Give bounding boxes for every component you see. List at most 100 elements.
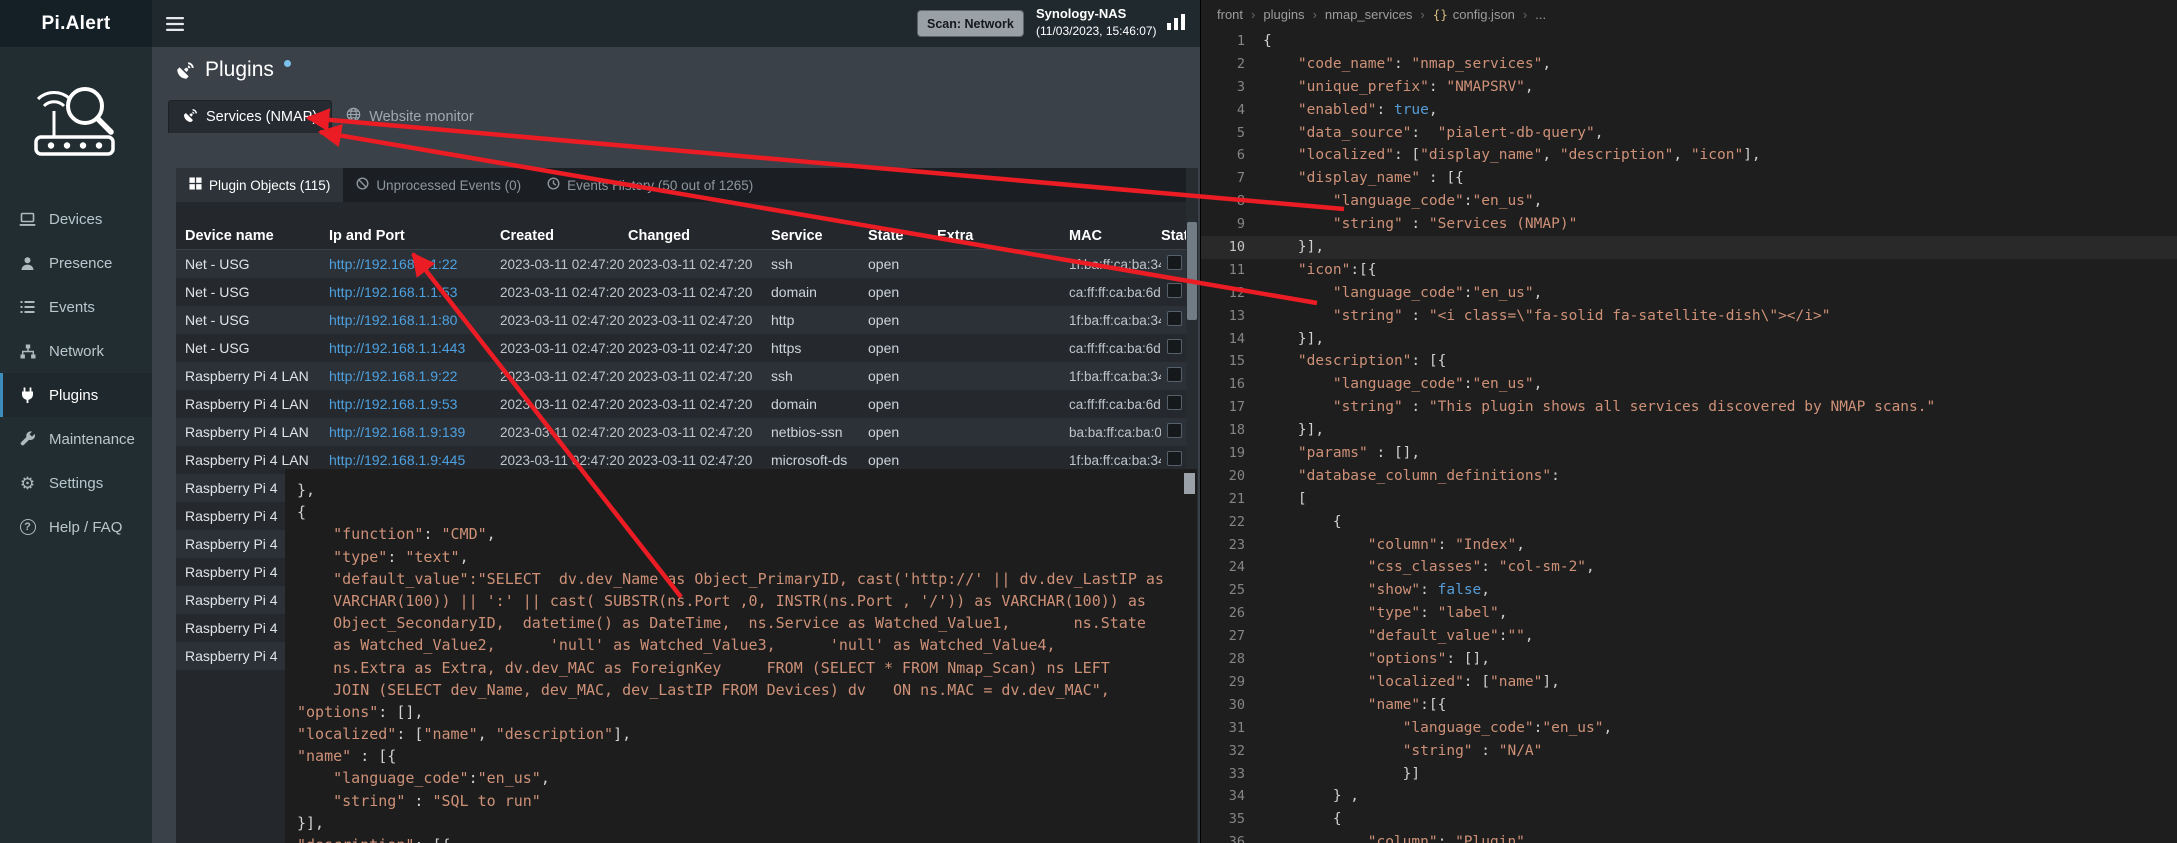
overlay-code-line: "description": [{ — [297, 834, 1197, 843]
question-icon: ? — [18, 519, 37, 535]
service-cell: https — [771, 340, 868, 356]
overlay-code-line: "string" : "SQL to run" — [297, 790, 1197, 812]
line-number: 25 — [1201, 579, 1263, 602]
created-cell: 2023-03-11 02:47:20 — [500, 397, 628, 412]
chevron-right-icon: › — [1313, 7, 1317, 22]
overlay-code-text: }], — [297, 814, 324, 832]
chevron-right-icon: › — [1523, 7, 1527, 22]
column-header-changed: Changed — [628, 228, 771, 244]
overlay-code-text: as Watched_Value2, 'null' as Watched_Val… — [297, 636, 1056, 654]
ip-port-link[interactable]: http://192.168.1.1:443 — [329, 340, 465, 356]
sidebar-item-plugins[interactable]: Plugins — [0, 373, 152, 417]
editor-line: 6 "localized": ["display_name", "descrip… — [1201, 144, 2177, 167]
row-checkbox[interactable] — [1167, 367, 1182, 382]
editor-line: 21 [ — [1201, 488, 2177, 511]
editor-line: 18 }], — [1201, 419, 2177, 442]
overlay-code-text: JOIN (SELECT dev_Name, dev_MAC, dev_Last… — [297, 681, 1110, 699]
line-number: 12 — [1201, 282, 1263, 305]
sidebar-item-network[interactable]: Network — [0, 329, 152, 373]
column-header-state: State — [868, 228, 937, 244]
sidebar-item-events[interactable]: Events — [0, 285, 152, 329]
overlay-code-text: Object_SecondaryID, datetime() as DateTi… — [297, 614, 1146, 632]
code-text: { — [1263, 808, 1342, 831]
line-number: 5 — [1201, 122, 1263, 145]
sidebar-item-devices[interactable]: Devices — [0, 197, 152, 241]
code-text: "column": "Plugin", — [1263, 831, 1534, 843]
subtab-events-history[interactable]: Events History (50 out of 1265) — [534, 168, 766, 202]
ip-port-link[interactable]: http://192.168.1.1:22 — [329, 256, 457, 272]
subtab-plugin-objects[interactable]: Plugin Objects (115) — [176, 168, 343, 202]
page-title-text: Plugins — [205, 58, 274, 82]
line-number: 28 — [1201, 648, 1263, 671]
code-text: } , — [1263, 785, 1359, 808]
code-text: "show": false, — [1263, 579, 1490, 602]
row-checkbox[interactable] — [1167, 451, 1182, 466]
device-name-cell: Raspberry Pi 4 LAN — [185, 452, 329, 468]
editor-line: 19 "params" : [], — [1201, 442, 2177, 465]
row-checkbox[interactable] — [1167, 311, 1182, 326]
code-text: "database_column_definitions": — [1263, 465, 1560, 488]
line-number: 13 — [1201, 305, 1263, 328]
ip-port-link[interactable]: http://192.168.1.9:445 — [329, 452, 465, 468]
code-text: { — [1263, 511, 1342, 534]
line-number: 30 — [1201, 694, 1263, 717]
changed-cell: 2023-03-11 02:47:20 — [628, 313, 771, 328]
pialert-logo-art — [24, 71, 128, 189]
row-checkbox[interactable] — [1167, 283, 1182, 298]
line-number: 3 — [1201, 76, 1263, 99]
breadcrumb-item-more[interactable]: ... — [1535, 7, 1546, 22]
row-checkbox[interactable] — [1167, 395, 1182, 410]
row-checkbox[interactable] — [1167, 339, 1182, 354]
editor-line: 24 "css_classes": "col-sm-2", — [1201, 556, 2177, 579]
editor-line: 3 "unique_prefix": "NMAPSRV", — [1201, 76, 2177, 99]
sidebar-item-maintenance[interactable]: Maintenance — [0, 417, 152, 461]
breadcrumb-item-front[interactable]: front — [1217, 7, 1243, 22]
editor-line: 4 "enabled": true, — [1201, 99, 2177, 122]
activity-chart-icon[interactable] — [1166, 13, 1186, 35]
ip-port-link[interactable]: http://192.168.1.1:53 — [329, 284, 457, 300]
plugin-subtabs: Plugin Objects (115) Unprocessed Events … — [176, 168, 1186, 202]
line-number: 18 — [1201, 419, 1263, 442]
overlay-code-line: ns.Extra as Extra, dv.dev_MAC as Foreign… — [297, 657, 1197, 679]
overlay-code-text: { — [297, 503, 306, 521]
overlay-code-text: "default_value":"SELECT dv.dev_Name as O… — [297, 570, 1164, 588]
line-number: 4 — [1201, 99, 1263, 122]
brand-logo[interactable]: Pi.Alert — [0, 0, 152, 47]
tab-website-monitor[interactable]: Website monitor — [332, 100, 488, 133]
top-header-bar: Pi.Alert Scan: Network Synology-NAS (11/… — [0, 0, 1200, 47]
row-checkbox[interactable] — [1167, 255, 1182, 270]
ip-port-link[interactable]: http://192.168.1.9:53 — [329, 396, 457, 412]
grid-icon — [189, 177, 202, 193]
menu-toggle-button[interactable] — [166, 0, 184, 47]
device-name-cell: Raspberry Pi 4 LAN — [185, 368, 329, 384]
scrollbar-thumb[interactable] — [1187, 222, 1197, 320]
line-number: 6 — [1201, 144, 1263, 167]
line-number: 10 — [1201, 236, 1263, 259]
ip-port-link[interactable]: http://192.168.1.1:80 — [329, 312, 457, 328]
sidebar-item-presence[interactable]: Presence — [0, 241, 152, 285]
sidebar-item-label: Events — [49, 299, 95, 316]
overlay-code-line: Object_SecondaryID, datetime() as DateTi… — [297, 612, 1197, 634]
chevron-right-icon: › — [1251, 7, 1255, 22]
ip-port-link[interactable]: http://192.168.1.9:139 — [329, 424, 465, 440]
device-name-cell: Net - USG — [185, 340, 329, 356]
state-cell: open — [868, 312, 937, 328]
sidebar-item-settings[interactable]: ⚙ Settings — [0, 461, 152, 505]
breadcrumb-item-config-json[interactable]: config.json — [1453, 7, 1515, 22]
editor-line: 17 "string" : "This plugin shows all ser… — [1201, 396, 2177, 419]
breadcrumb-item-nmap-services[interactable]: nmap_services — [1325, 7, 1412, 22]
editor-code-area[interactable]: 1 { 2 "code_name": "nmap_services", 3 "u… — [1201, 30, 2177, 843]
breadcrumb-item-plugins[interactable]: plugins — [1263, 7, 1304, 22]
line-number: 14 — [1201, 328, 1263, 351]
sidebar-item-label: Network — [49, 343, 104, 360]
tab-services-nmap[interactable]: Services (NMAP) — [168, 100, 332, 133]
gear-icon: ⚙ — [18, 475, 37, 492]
ip-port-link[interactable]: http://192.168.1.9:22 — [329, 368, 457, 384]
row-checkbox[interactable] — [1167, 423, 1182, 438]
subtab-unprocessed-events[interactable]: Unprocessed Events (0) — [343, 168, 534, 202]
sidebar-item-help-faq[interactable]: ? Help / FAQ — [0, 505, 152, 549]
vscode-editor: front › plugins › nmap_services › {} con… — [1200, 0, 2177, 843]
code-text: "type": "label", — [1263, 602, 1507, 625]
code-text: "icon":[{ — [1263, 259, 1377, 282]
sidebar-item-label: Devices — [49, 211, 102, 228]
